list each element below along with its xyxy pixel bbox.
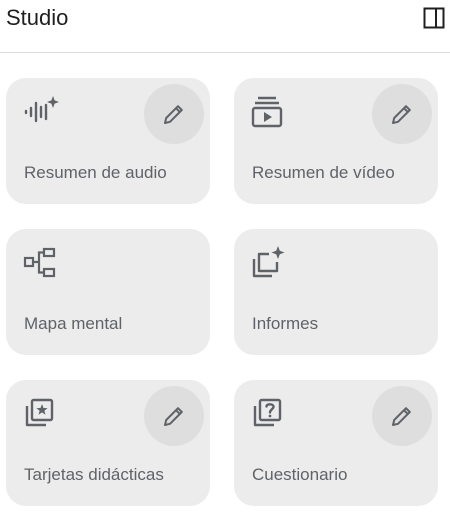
edit-quiz-button[interactable] — [372, 386, 432, 446]
page-title: Studio — [6, 5, 69, 30]
flashcards-card[interactable]: Tarjetas didácticas — [6, 380, 210, 506]
card-label: Resumen de audio — [24, 163, 167, 182]
pencil-icon — [164, 105, 183, 124]
card-label: Informes — [252, 314, 319, 333]
side-panel-icon — [423, 7, 445, 29]
studio-panel: Studio Resumen de audio Resumen de vídeo… — [0, 0, 450, 513]
pencil-icon — [392, 407, 411, 426]
edit-video-overview-button[interactable] — [372, 84, 432, 144]
video-overview-card[interactable]: Resumen de vídeo — [234, 78, 438, 204]
video-collection-icon — [251, 94, 287, 130]
card-label: Cuestionario — [252, 465, 348, 484]
edit-flashcards-button[interactable] — [144, 386, 204, 446]
pencil-icon — [164, 407, 183, 426]
report-sparkle-icon — [251, 245, 287, 281]
flashcards-star-icon — [23, 396, 59, 432]
reports-card[interactable]: Informes — [234, 229, 438, 355]
card-label: Tarjetas didácticas — [24, 465, 164, 484]
mind-map-icon — [23, 245, 59, 281]
card-label: Resumen de vídeo — [252, 163, 395, 182]
quiz-card[interactable]: Cuestionario — [234, 380, 438, 506]
audio-overview-card[interactable]: Resumen de audio — [6, 78, 210, 204]
pencil-icon — [392, 105, 411, 124]
quiz-question-icon — [251, 396, 287, 432]
edit-audio-overview-button[interactable] — [144, 84, 204, 144]
studio-header: Studio — [0, 0, 450, 53]
collapse-panel-button[interactable] — [420, 5, 448, 31]
mind-map-card[interactable]: Mapa mental — [6, 229, 210, 355]
audio-sparkle-icon — [23, 94, 59, 130]
studio-tools-grid: Resumen de audio Resumen de vídeo Mapa m… — [6, 78, 438, 506]
card-label: Mapa mental — [24, 314, 123, 333]
